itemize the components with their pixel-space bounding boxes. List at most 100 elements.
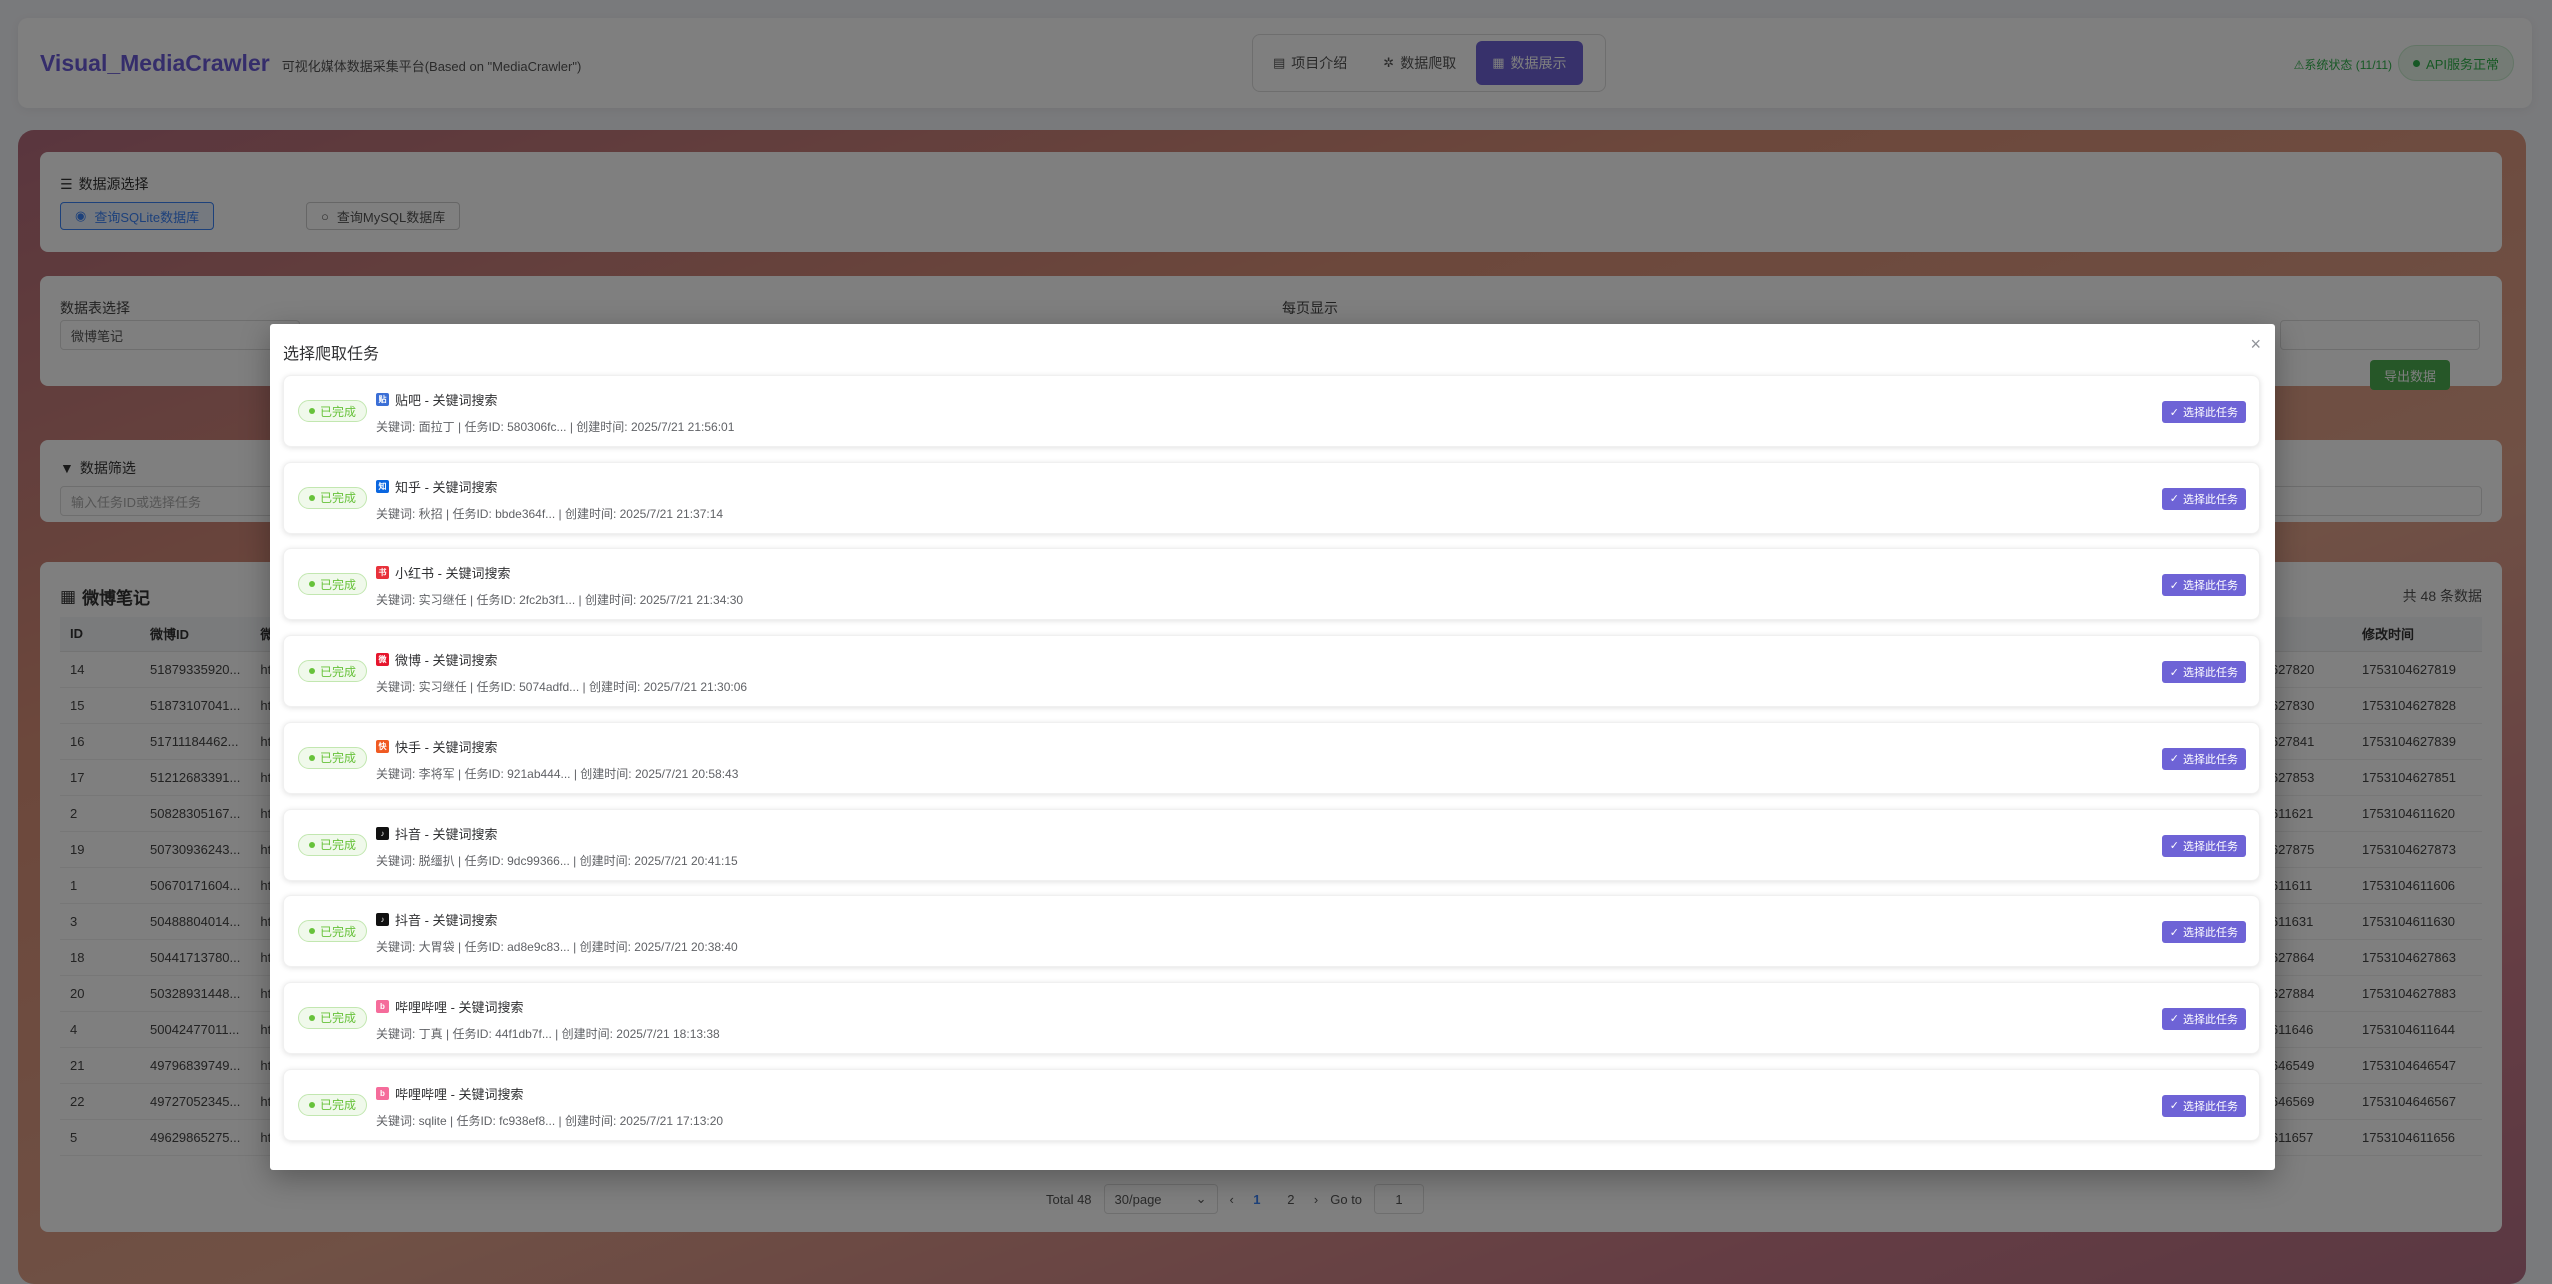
status-dot-icon (309, 928, 315, 935)
task-title: 书小红书 - 关键词搜索 (376, 563, 511, 582)
status-badge: 已完成 (298, 746, 368, 769)
task-card[interactable]: 已完成 贴贴吧 - 关键词搜索关键词: 面拉丁 | 任务ID: 580306fc.… (283, 375, 2260, 447)
select-task-button[interactable]: ✓ 选择此任务 (2161, 1094, 2246, 1117)
task-card[interactable]: 已完成 微微博 - 关键词搜索关键词: 实习继任 | 任务ID: 5074adfd… (283, 635, 2260, 708)
bilibili-icon: b (376, 999, 389, 1013)
douyin-icon: ♪ (376, 913, 389, 927)
select-task-button[interactable]: ✓ 选择此任务 (2161, 921, 2246, 944)
task-title: 微微博 - 关键词搜索 (376, 650, 498, 669)
select-task-button[interactable]: ✓ 选择此任务 (2161, 487, 2246, 510)
zhihu-icon: 知 (376, 479, 389, 493)
task-title: ♪ 抖音 - 关键词搜索 (376, 824, 498, 843)
task-card[interactable]: 已完成 快快手 - 关键词搜索关键词: 李将军 | 任务ID: 921ab444.… (283, 721, 2260, 794)
check-icon: ✓ (2169, 579, 2179, 592)
task-title-text: 小红书 - 关键词搜索 (395, 566, 511, 582)
modal-title: 选择爬取任务 (283, 346, 380, 363)
select-task-label: 选择此任务 (2183, 753, 2238, 766)
check-icon: ✓ (2169, 1013, 2179, 1026)
status-badge-label: 已完成 (320, 838, 357, 852)
status-badge-label: 已完成 (320, 1098, 357, 1113)
close-icon[interactable]: × (2250, 334, 2261, 355)
status-badge-label: 已完成 (320, 664, 357, 679)
task-meta: 关键词: 面拉丁 | 任务ID: 580306fc... | 创建时间: 202… (376, 420, 735, 434)
status-badge: 已完成 (298, 486, 368, 509)
status-badge-label: 已完成 (320, 751, 357, 766)
status-dot-icon (309, 494, 315, 501)
tieba-icon: 贴 (376, 393, 389, 406)
status-dot-icon (309, 1014, 315, 1021)
task-title-text: 抖音 - 关键词搜索 (395, 826, 498, 842)
task-select-modal: 选择爬取任务 × 已完成 贴贴吧 - 关键词搜索关键词: 面拉丁 | 任务ID: … (270, 324, 2275, 1170)
task-title: ♪ 抖音 - 关键词搜索 (376, 910, 498, 929)
check-icon: ✓ (2169, 926, 2179, 939)
select-task-label: 选择此任务 (2183, 407, 2238, 419)
xiaohongshu-icon: 书 (376, 566, 389, 580)
task-title: b 哔哩哔哩 - 关键词搜索 (376, 997, 524, 1016)
select-task-label: 选择此任务 (2183, 1013, 2238, 1026)
status-badge-label: 已完成 (320, 577, 357, 592)
task-title: b 哔哩哔哩 - 关键词搜索 (376, 1084, 524, 1103)
task-meta: 关键词: 实习继任 | 任务ID: 2fc2b3f1... | 创建时间: 20… (376, 593, 744, 608)
task-card[interactable]: 已完成 b 哔哩哔哩 - 关键词搜索关键词: 丁真 | 任务ID: 44f1db7f… (283, 981, 2260, 1054)
status-badge: 已完成 (298, 920, 368, 943)
select-task-label: 选择此任务 (2183, 580, 2238, 593)
status-badge: 已完成 (298, 1093, 368, 1116)
kuaishou-icon: 快 (376, 739, 389, 753)
task-card[interactable]: 已完成 ♪ 抖音 - 关键词搜索关键词: 大胃袋 | 任务ID: ad8e9c83.… (283, 895, 2260, 968)
check-icon: ✓ (2169, 840, 2179, 852)
select-task-label: 选择此任务 (2183, 667, 2238, 680)
status-badge-label: 已完成 (320, 924, 357, 939)
select-task-button[interactable]: ✓ 选择此任务 (2161, 661, 2246, 684)
select-task-button[interactable]: ✓ 选择此任务 (2161, 574, 2246, 597)
task-meta: 关键词: 李将军 | 任务ID: 921ab444... | 创建时间: 202… (376, 766, 739, 781)
select-task-button[interactable]: ✓ 选择此任务 (2161, 834, 2246, 857)
status-dot-icon (309, 1101, 315, 1108)
check-icon: ✓ (2169, 493, 2179, 506)
task-meta: 关键词: 丁真 | 任务ID: 44f1db7f... | 创建时间: 2025… (376, 1026, 720, 1041)
check-icon: ✓ (2169, 666, 2179, 679)
check-icon: ✓ (2169, 1100, 2179, 1113)
status-badge-label: 已完成 (320, 491, 357, 506)
task-card[interactable]: 已完成 ♪ 抖音 - 关键词搜索关键词: 脱缰扒 | 任务ID: 9dc99366.… (283, 808, 2260, 881)
select-task-label: 选择此任务 (2183, 493, 2238, 506)
select-task-label: 选择此任务 (2183, 927, 2238, 940)
task-card[interactable]: 已完成 知知乎 - 关键词搜索关键词: 秋招 | 任务ID: bbde364f..… (283, 461, 2260, 534)
status-badge: 已完成 (298, 833, 368, 856)
task-title-text: 微博 - 关键词搜索 (395, 653, 498, 669)
select-task-button[interactable]: ✓ 选择此任务 (2161, 1007, 2246, 1030)
status-badge-label: 已完成 (320, 1011, 357, 1026)
task-title: 知知乎 - 关键词搜索 (376, 477, 498, 496)
task-meta: 关键词: 脱缰扒 | 任务ID: 9dc99366... | 创建时间: 202… (376, 853, 738, 868)
status-badge: 已完成 (298, 1006, 368, 1029)
status-dot-icon (309, 408, 315, 414)
task-meta: 关键词: 大胃袋 | 任务ID: ad8e9c83... | 创建时间: 202… (376, 940, 738, 955)
select-task-button[interactable]: ✓ 选择此任务 (2161, 747, 2246, 770)
task-title-text: 知乎 - 关键词搜索 (395, 479, 498, 495)
status-dot-icon (309, 581, 315, 588)
task-card[interactable]: 已完成 书小红书 - 关键词搜索关键词: 实习继任 | 任务ID: 2fc2b3f… (283, 548, 2260, 621)
task-title-text: 贴吧 - 关键词搜索 (395, 393, 498, 408)
check-icon: ✓ (2169, 406, 2179, 419)
status-dot-icon (309, 841, 315, 848)
task-meta: 关键词: 实习继任 | 任务ID: 5074adfd... | 创建时间: 20… (376, 680, 748, 695)
select-task-label: 选择此任务 (2183, 840, 2238, 853)
status-badge: 已完成 (298, 400, 368, 422)
status-badge-label: 已完成 (320, 404, 357, 419)
task-title-text: 哔哩哔哩 - 关键词搜索 (395, 1086, 524, 1102)
task-title-text: 快手 - 关键词搜索 (395, 739, 498, 755)
task-card[interactable]: 已完成 b 哔哩哔哩 - 关键词搜索关键词: sqlite | 任务ID: fc93… (283, 1068, 2260, 1141)
task-title-text: 哔哩哔哩 - 关键词搜索 (395, 999, 524, 1015)
status-dot-icon (309, 754, 315, 761)
weibo-icon: 微 (376, 653, 389, 667)
task-title: 快快手 - 关键词搜索 (376, 737, 498, 756)
task-meta: 关键词: 秋招 | 任务ID: bbde364f... | 创建时间: 2025… (376, 506, 724, 521)
task-title-text: 抖音 - 关键词搜索 (395, 913, 498, 929)
task-meta: 关键词: sqlite | 任务ID: fc938ef8... | 创建时间: … (376, 1113, 724, 1128)
select-task-label: 选择此任务 (2183, 1100, 2238, 1113)
check-icon: ✓ (2169, 753, 2179, 766)
select-task-button[interactable]: ✓ 选择此任务 (2161, 401, 2246, 423)
task-title: 贴贴吧 - 关键词搜索 (376, 390, 498, 409)
bilibili-icon: b (376, 1086, 389, 1100)
status-dot-icon (309, 668, 315, 675)
status-badge: 已完成 (298, 573, 368, 596)
